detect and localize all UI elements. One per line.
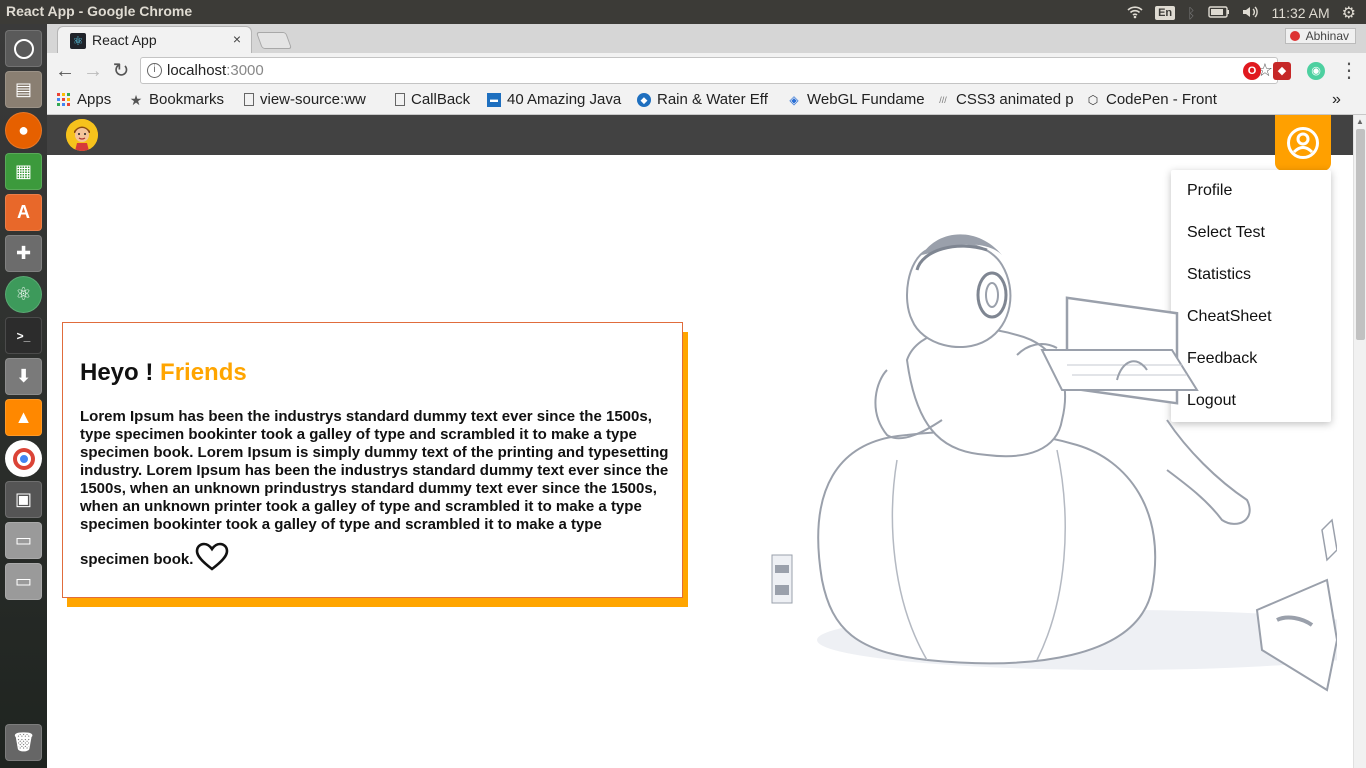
bookmark-label: CallBack [411,91,471,108]
tab-react-app[interactable]: ⚛ React App × [57,26,252,53]
volume-icon[interactable] [1242,5,1260,22]
menu-kebab-icon[interactable]: ⋮ [1337,59,1361,83]
opera-extension-icon[interactable]: O [1243,62,1261,80]
vlc-icon[interactable]: ▲ [5,399,42,436]
bookmark-label: Apps [77,91,112,108]
bookmark-label: view-source:ww [260,91,366,108]
react-favicon-icon: ⚛ [70,33,86,49]
bookmark-view-source[interactable]: view-source:ww [244,91,366,108]
bookmark-css3[interactable]: /// CSS3 animated p [936,91,1074,108]
account-menu-button[interactable] [1275,115,1331,171]
forward-icon[interactable]: → [81,59,105,83]
url-port: :3000 [226,62,264,79]
bookmark-rain-water[interactable]: ◆ Rain & Water Eff [637,91,768,108]
greeting-text: Heyo ! [80,359,154,386]
address-bar[interactable]: i localhost:3000 ☆ [140,57,1278,84]
card-body: Lorem Ipsum has been the industrys stand… [80,408,670,572]
color-picker-extension-icon[interactable]: ◉ [1307,62,1325,80]
codepen-icon: ⬡ [1087,92,1099,107]
bookmark-label: CodePen - Front [1106,91,1217,108]
drive-icon[interactable]: ▭ [5,563,42,600]
cube-icon: ◈ [789,92,799,107]
profile-chip[interactable]: Abhinav [1284,28,1356,44]
spreadsheet-icon[interactable]: ▦ [5,153,42,190]
new-tab-button[interactable] [255,32,293,49]
menu-item-profile[interactable]: Profile [1187,182,1232,200]
user-circle-icon [1287,127,1319,159]
atom-editor-icon[interactable]: ⚛ [5,276,42,313]
tab-label: React App [92,32,157,48]
site-info-icon[interactable]: i [147,63,162,78]
more-bookmarks-button[interactable]: » [1332,91,1341,109]
bookmark-codepen[interactable]: ⬡ CodePen - Front [1086,91,1217,108]
card-body-text: Lorem Ipsum has been the industrys stand… [80,408,669,568]
apps-grid-icon [57,92,71,107]
page-viewport: Profile Select Test Statistics CheatShee… [47,115,1366,768]
app-logo[interactable] [66,119,98,151]
battery-icon[interactable] [1207,5,1230,21]
star-icon: ★ [129,91,143,108]
site-icon: ◆ [637,92,651,107]
site-icon: /// [939,94,947,105]
dash-home-icon[interactable] [5,30,42,67]
person-on-beanbag-illustration [771,234,1337,692]
bookmark-label: Bookmarks [149,91,225,108]
chrome-icon[interactable] [5,440,42,477]
system-tray: En ᛒ 11:32 AM ⚙ [1127,3,1356,23]
tab-strip: ⚛ React App × Abhinav [47,24,1366,53]
greeting-highlight: Friends [160,359,247,386]
scroll-up-arrow-icon[interactable]: ▲ [1356,117,1364,126]
close-tab-icon[interactable]: × [233,31,241,47]
os-top-panel: React App - Google Chrome En ᛒ 11:32 AM … [0,0,1366,24]
card-heading: Heyo ! Friends [80,359,247,387]
bookmark-bookmarks[interactable]: ★ Bookmarks [129,91,224,108]
clock[interactable]: 11:32 AM [1272,5,1330,21]
scrollbar-thumb[interactable] [1356,129,1365,340]
firefox-icon[interactable]: ● [5,112,42,149]
page-icon [395,93,405,106]
app-bar [47,115,1353,155]
browser-chrome: ⚛ React App × Abhinav ← → ↻ i localhost:… [47,24,1366,115]
bookmark-label: Rain & Water Eff [657,91,768,108]
workspace-switcher-icon[interactable]: ▣ [5,481,42,518]
window-title: React App - Google Chrome [6,3,193,19]
files-icon[interactable]: ▤ [5,71,42,108]
back-icon[interactable]: ← [53,59,77,83]
bookmarks-bar: Apps ★ Bookmarks view-source:ww CallBack… [47,87,1366,114]
url-text: localhost:3000 [167,62,264,79]
wifi-icon[interactable] [1127,5,1143,22]
bluetooth-icon[interactable]: ᛒ [1187,5,1195,21]
os-launcher: ▤ ● ▦ A ✚ ⚛ >_ ⬇ ▲ ▣ ▭ ▭ 🗑 [0,24,47,768]
reload-icon[interactable]: ↻ [109,59,133,83]
settings-tools-icon[interactable]: ✚ [5,235,42,272]
trash-icon[interactable]: 🗑 [5,724,42,761]
bookmark-webgl[interactable]: ◈ WebGL Fundame [787,91,925,108]
bookmark-label: CSS3 animated p [956,91,1074,108]
gear-icon[interactable]: ⚙ [1342,3,1356,23]
page-scrollbar[interactable]: ▲ [1353,115,1366,768]
bookmark-callback[interactable]: CallBack [395,91,470,108]
site-icon: ▬ [487,92,501,107]
extension-icon[interactable]: ◆ [1273,62,1291,80]
bookmark-label: 40 Amazing Java [507,91,622,108]
terminal-icon[interactable]: >_ [5,317,42,354]
navigation-bar: ← → ↻ i localhost:3000 ☆ O ◆ ◉ ⋮ [47,53,1366,89]
bookmark-40-amazing[interactable]: ▬ 40 Amazing Java [487,91,621,108]
url-host: localhost [167,62,227,79]
heart-icon[interactable] [195,542,229,572]
software-center-icon[interactable]: A [5,194,42,231]
installer-icon[interactable]: ⬇ [5,358,42,395]
drive-icon[interactable]: ▭ [5,522,42,559]
bookmark-label: WebGL Fundame [807,91,925,108]
page-icon [244,93,254,106]
bookmark-apps[interactable]: Apps [57,91,111,108]
keyboard-layout-indicator[interactable]: En [1155,6,1176,20]
welcome-card: Heyo ! Friends Lorem Ipsum has been the … [62,322,683,598]
